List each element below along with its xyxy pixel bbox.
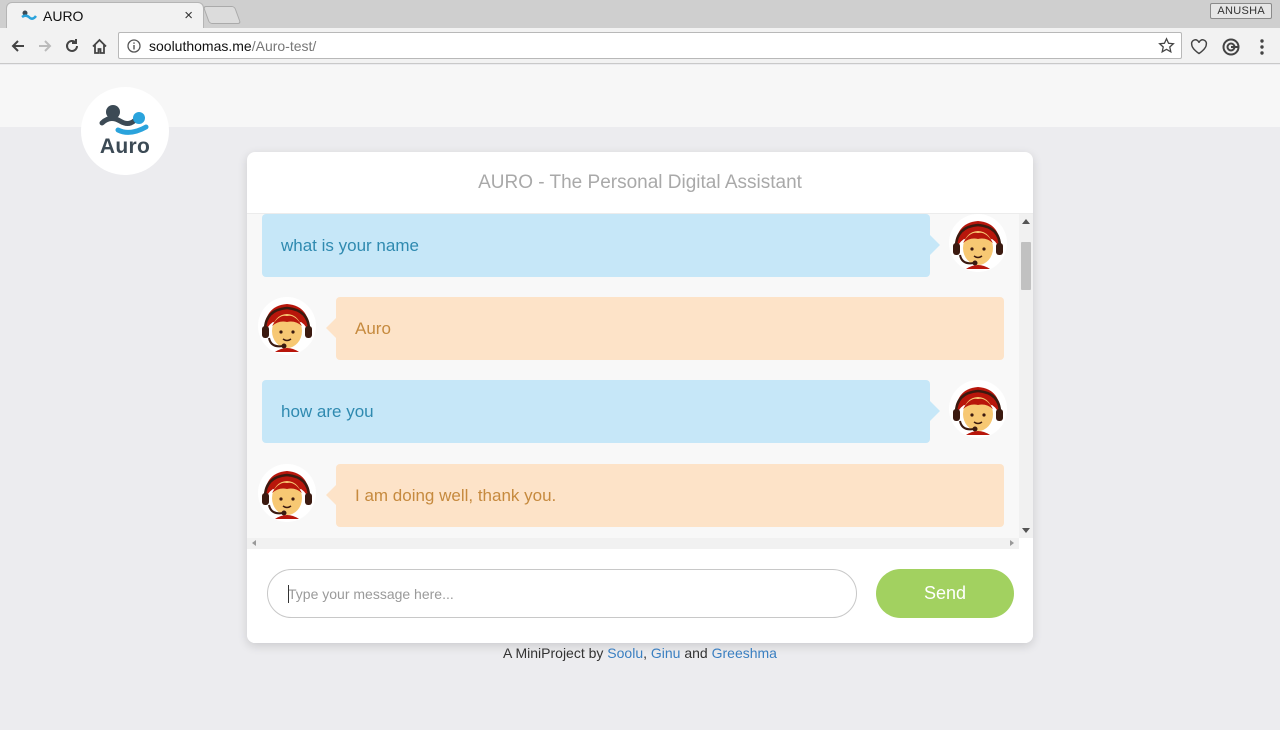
vertical-scrollbar[interactable]: [1019, 214, 1033, 538]
author-link-soolu[interactable]: Soolu: [607, 645, 643, 661]
heart-icon[interactable]: [1189, 37, 1209, 57]
author-link-greeshma[interactable]: Greeshma: [712, 645, 777, 661]
scroll-right-arrow-icon[interactable]: [1010, 540, 1014, 546]
support-agent-avatar-icon: [258, 464, 316, 522]
back-arrow-icon[interactable]: [8, 36, 28, 56]
user-message: what is your name: [262, 214, 940, 277]
browser-tabstrip: AURO × ANUSHA: [0, 0, 1280, 28]
info-icon[interactable]: [127, 38, 141, 53]
logo-text: Auro: [99, 135, 151, 158]
scroll-down-arrow-icon[interactable]: [1022, 528, 1030, 533]
reload-icon[interactable]: [62, 36, 82, 56]
auro-favicon-icon: [21, 10, 37, 20]
scrollbar-thumb[interactable]: [1021, 242, 1031, 290]
forward-arrow-icon[interactable]: [35, 36, 55, 56]
message-composer: Send: [247, 549, 1033, 643]
message-input[interactable]: [267, 569, 857, 618]
message-list[interactable]: what is your name Auro how are you I am …: [247, 214, 1019, 538]
menu-dots-icon[interactable]: [1252, 37, 1272, 57]
support-agent-avatar-icon: [949, 380, 1007, 438]
url-host: sooluthomas.me: [149, 37, 252, 54]
web-page: Auro AURO - The Personal Digital Assista…: [0, 65, 1280, 730]
message-text: what is your name: [281, 235, 419, 255]
text-caret: [288, 585, 289, 603]
user-message: how are you: [262, 380, 940, 443]
star-icon[interactable]: [1158, 37, 1175, 54]
scroll-up-arrow-icon[interactable]: [1022, 219, 1030, 224]
profile-button[interactable]: ANUSHA: [1210, 3, 1272, 19]
scroll-left-arrow-icon[interactable]: [252, 540, 256, 546]
extension-icon[interactable]: [1221, 37, 1241, 57]
page-footer: A MiniProject by Soolu, Ginu and Greeshm…: [0, 645, 1280, 661]
browser-tab[interactable]: AURO ×: [6, 2, 204, 28]
support-agent-avatar-icon: [949, 214, 1007, 272]
address-bar[interactable]: sooluthomas.me /Auro-test/: [118, 32, 1182, 59]
author-link-ginu[interactable]: Ginu: [651, 645, 681, 661]
bot-message: I am doing well, thank you.: [326, 464, 1004, 527]
message-text: Auro: [355, 318, 391, 338]
chat-window: AURO - The Personal Digital Assistant wh…: [247, 152, 1033, 643]
footer-separator: ,: [643, 645, 651, 661]
new-tab-button[interactable]: [202, 6, 242, 24]
page-header: [0, 65, 1280, 127]
auro-logo[interactable]: Auro: [81, 87, 169, 175]
url-path: /Auro-test/: [251, 37, 317, 54]
send-button[interactable]: Send: [876, 569, 1014, 618]
tab-title: AURO: [43, 7, 84, 24]
support-agent-avatar-icon: [258, 297, 316, 355]
browser-toolbar: sooluthomas.me /Auro-test/: [0, 28, 1280, 64]
message-text: how are you: [281, 401, 374, 421]
chat-title: AURO - The Personal Digital Assistant: [247, 152, 1033, 214]
footer-separator: and: [680, 645, 712, 661]
horizontal-scrollbar[interactable]: [247, 538, 1019, 549]
footer-prefix: A MiniProject by: [503, 645, 608, 661]
bot-message: Auro: [326, 297, 1004, 360]
message-text: I am doing well, thank you.: [355, 485, 557, 505]
auro-logo-icon: [99, 105, 149, 135]
tab-close-icon[interactable]: ×: [184, 7, 193, 24]
home-icon[interactable]: [89, 36, 109, 56]
